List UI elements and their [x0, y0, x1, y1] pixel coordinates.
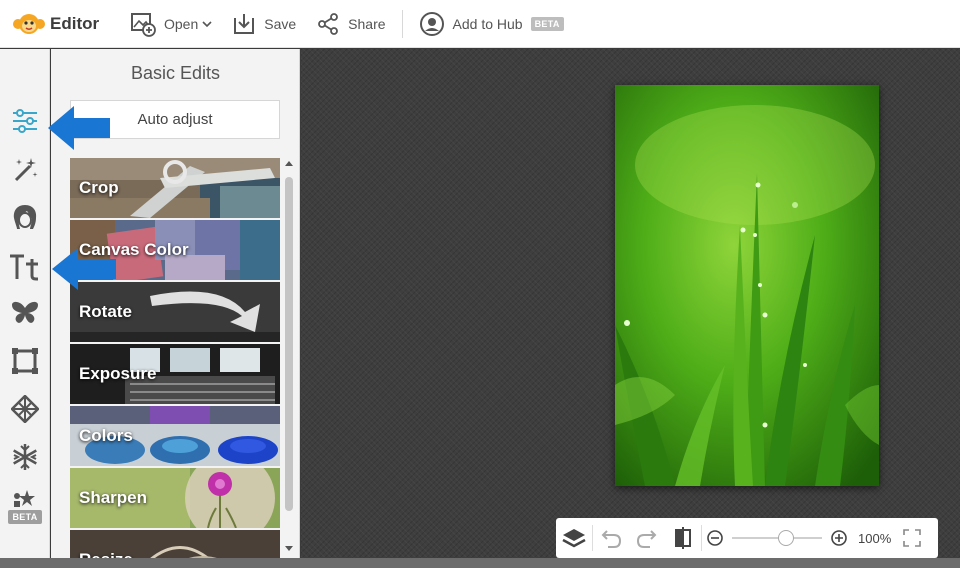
zoom-level: 100%: [858, 530, 892, 546]
zoom-slider-track: [732, 537, 822, 539]
edit-item-sharpen[interactable]: Sharpen: [70, 468, 280, 528]
annotation-arrow-left-icon: [52, 248, 116, 290]
design-icon: [14, 490, 35, 507]
scroll-up-arrow-icon[interactable]: [285, 161, 293, 166]
zoom-slider-handle[interactable]: [778, 530, 794, 546]
save-download-icon: [234, 13, 255, 34]
chevron-down-icon: [202, 20, 212, 27]
add-to-hub-button[interactable]: Add to Hub BETA: [409, 0, 574, 48]
open-image-icon: [131, 12, 156, 37]
frame-icon: [12, 348, 38, 374]
magic-wand-icon: [14, 158, 38, 182]
zoom-slider[interactable]: [732, 529, 822, 547]
zoom-out-button[interactable]: [702, 518, 728, 558]
monkey-logo-icon: [12, 12, 46, 36]
edit-item-exposure[interactable]: Exposure: [70, 344, 280, 404]
rail-overlays[interactable]: [7, 295, 43, 331]
hub-label: Add to Hub: [452, 15, 523, 32]
rail-textures[interactable]: [7, 391, 43, 427]
edit-item-label: Rotate: [79, 302, 132, 321]
texture-icon: [11, 395, 39, 423]
edit-tools-list: Crop Canvas Color Rotate Exposure Colors…: [70, 158, 280, 568]
share-label: Share: [348, 15, 386, 32]
edit-item-label: Crop: [79, 178, 119, 197]
hub-icon: [419, 11, 444, 36]
save-button[interactable]: Save: [222, 0, 306, 48]
panel-title: Basic Edits: [130, 63, 221, 83]
tool-rail: BETA: [0, 49, 50, 568]
redo-icon: [636, 530, 657, 548]
redo-button[interactable]: [629, 518, 665, 558]
butterfly-icon: [12, 301, 38, 323]
open-label: Open: [164, 15, 199, 32]
text-icon: [10, 254, 38, 281]
zoom-out-icon: [707, 530, 723, 546]
top-toolbar: Editor Open Save Share Add to Hub BETA: [0, 0, 960, 48]
edit-item-label: Sharpen: [79, 488, 148, 507]
compare-button[interactable]: [665, 518, 701, 558]
open-button[interactable]: Open: [120, 0, 222, 48]
edit-item-label: Colors: [79, 426, 133, 445]
edit-item-crop[interactable]: Crop: [70, 158, 280, 218]
share-icon: [318, 12, 339, 35]
sliders-icon: [13, 109, 37, 133]
snowflake-icon: [13, 444, 37, 470]
compare-icon: [675, 527, 691, 549]
fullscreen-icon: [903, 529, 922, 547]
layers-button[interactable]: [556, 518, 592, 558]
beta-badge: BETA: [530, 16, 564, 31]
design-beta-badge: BETA: [8, 510, 42, 524]
edit-item-colors[interactable]: Colors: [70, 406, 280, 466]
app-logo[interactable]: Editor: [12, 12, 120, 36]
undo-icon: [601, 530, 622, 548]
window-bottom-edge: [0, 558, 960, 568]
rail-design[interactable]: BETA: [7, 487, 43, 527]
face-icon: [13, 205, 37, 229]
edit-item-rotate[interactable]: Rotate: [70, 282, 280, 342]
canvas-bottom-toolbar: 100%: [556, 518, 938, 558]
share-button[interactable]: Share: [306, 0, 395, 48]
zoom-in-button[interactable]: [826, 518, 852, 558]
rail-effects[interactable]: [7, 151, 43, 187]
canvas-photo[interactable]: [615, 85, 879, 486]
scroll-thumb[interactable]: [285, 177, 293, 511]
save-label: Save: [264, 15, 297, 32]
rail-seasonal[interactable]: [7, 439, 43, 475]
fullscreen-button[interactable]: [897, 518, 927, 558]
rail-touch-up[interactable]: [7, 199, 43, 235]
zoom-in-icon: [831, 530, 847, 546]
rail-frames[interactable]: [7, 343, 43, 379]
toolbar-divider: [401, 9, 403, 38]
grass-photo-image: [615, 85, 879, 486]
rail-basic-edits[interactable]: [7, 103, 43, 139]
app-name: Editor: [50, 13, 100, 33]
annotation-arrow-left-icon: [48, 106, 110, 150]
editing-canvas[interactable]: [301, 49, 960, 568]
scroll-down-arrow-icon[interactable]: [285, 546, 293, 551]
edit-item-label: Exposure: [79, 364, 157, 383]
rail-text[interactable]: [7, 249, 43, 285]
undo-button[interactable]: [593, 518, 629, 558]
layers-icon: [562, 529, 586, 548]
